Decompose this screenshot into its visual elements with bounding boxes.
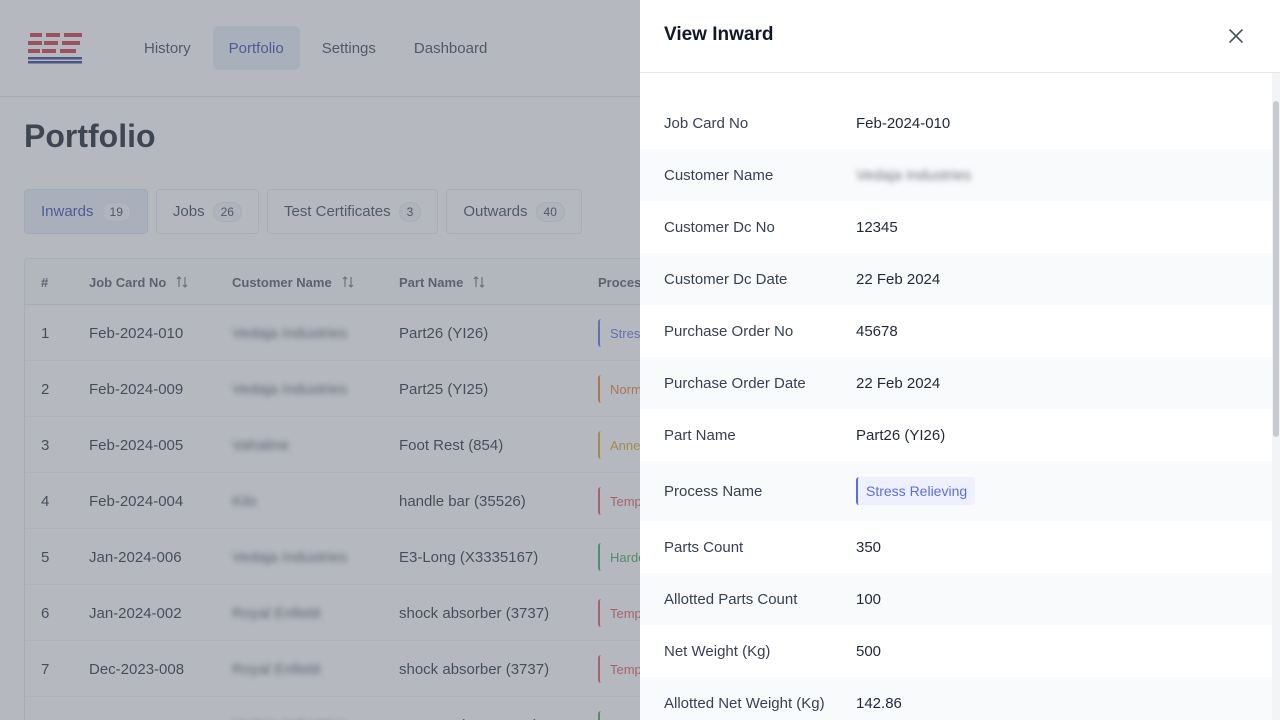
detail-label: Job Card No: [664, 114, 749, 132]
detail-value: 22 Feb 2024: [856, 270, 941, 288]
detail-value: 12345: [856, 218, 898, 236]
detail-row: Customer Name Vedaja Industries: [640, 149, 1272, 201]
detail-value: 350: [856, 538, 882, 556]
detail-label: Customer Name: [664, 166, 774, 184]
close-button[interactable]: [1224, 24, 1248, 48]
detail-value: Feb-2024-010: [856, 114, 951, 132]
detail-row: Customer Dc Date 22 Feb 2024: [640, 253, 1272, 305]
detail-value: 500: [856, 642, 882, 660]
detail-row: Part Name Part26 (YI26): [640, 409, 1272, 461]
detail-label: Customer Dc No: [664, 218, 775, 236]
detail-label: Allotted Parts Count: [664, 590, 798, 608]
detail-label: Part Name: [664, 426, 736, 444]
detail-row: Customer Dc No 12345: [640, 201, 1272, 253]
detail-value: Stress Relieving: [856, 477, 976, 505]
scrollbar-thumb[interactable]: [1273, 101, 1279, 437]
detail-row: Parts Count 350: [640, 521, 1272, 573]
detail-value: 100: [856, 590, 882, 608]
detail-label: Process Name: [664, 482, 763, 500]
detail-row: Job Card No Feb-2024-010: [640, 97, 1272, 149]
drawer-title: View Inward: [664, 24, 774, 45]
view-inward-drawer: View Inward Job Card No Feb-2024-010 Custo…: [640, 0, 1280, 720]
detail-label: Net Weight (Kg): [664, 642, 771, 660]
detail-label: Allotted Net Weight (Kg): [664, 694, 825, 712]
detail-value: 142.86: [856, 694, 902, 712]
detail-row: Process Name Stress Relieving: [640, 461, 1272, 521]
process-name-badge: Stress Relieving: [856, 477, 976, 505]
detail-value: Vedaja Industries: [856, 166, 972, 184]
detail-row: Allotted Parts Count 100: [640, 573, 1272, 625]
detail-value: 22 Feb 2024: [856, 374, 941, 392]
detail-row: Purchase Order No 45678: [640, 305, 1272, 357]
detail-label: Customer Dc Date: [664, 270, 788, 288]
detail-row: Net Weight (Kg) 500: [640, 625, 1272, 677]
detail-label: Parts Count: [664, 538, 744, 556]
drawer-header: View Inward: [640, 0, 1280, 73]
detail-value: Part26 (YI26): [856, 426, 946, 444]
detail-row: Purchase Order Date 22 Feb 2024: [640, 357, 1272, 409]
drawer-scrollbar[interactable]: [1272, 73, 1280, 720]
inward-details: Job Card No Feb-2024-010 Customer Name Veda…: [640, 73, 1272, 720]
detail-row: Allotted Net Weight (Kg) 142.86: [640, 677, 1272, 720]
detail-value: 45678: [856, 322, 898, 340]
close-icon: [1229, 29, 1243, 43]
detail-label: Purchase Order No: [664, 322, 794, 340]
detail-label: Purchase Order Date: [664, 374, 806, 392]
